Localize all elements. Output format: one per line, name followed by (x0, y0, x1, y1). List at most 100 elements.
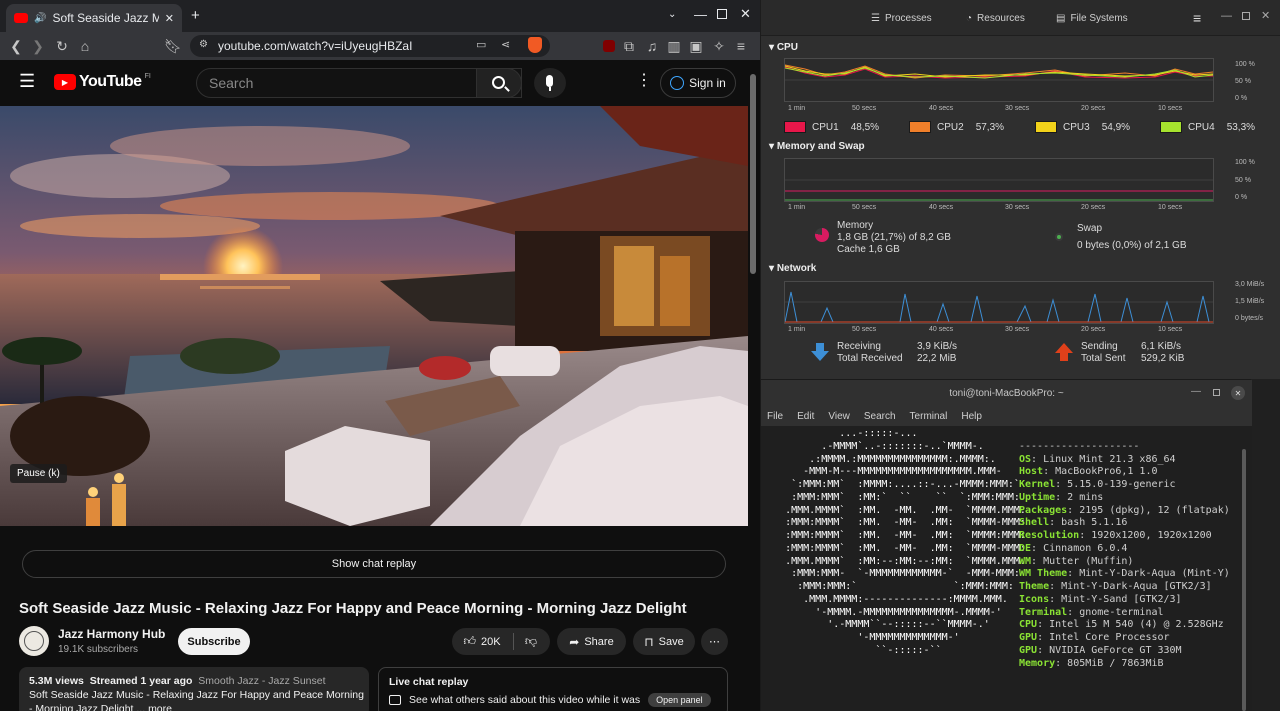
view-count: 5.3M views (29, 675, 84, 687)
browser-tab[interactable]: 🔊 Soft Seaside Jazz Music - ✕ (6, 4, 182, 32)
minimize-icon[interactable]: — (694, 7, 707, 22)
media-icon[interactable]: ♫ (642, 36, 662, 56)
channel-name[interactable]: Jazz Harmony Hub (58, 627, 165, 641)
tab-file-systems[interactable]: ▤ File Systems (1056, 10, 1128, 26)
site-info-icon[interactable]: ⚙ (199, 39, 208, 50)
tab-list-icon[interactable]: ⌄ (668, 9, 676, 20)
description-tags[interactable]: Smooth Jazz - Jazz Sunset (198, 675, 325, 687)
menu-search[interactable]: Search (864, 411, 896, 422)
forward-icon[interactable]: ❯ (28, 36, 48, 56)
reload-icon[interactable]: ↻ (52, 36, 72, 56)
sign-in-label: Sign in (689, 76, 726, 90)
sending-value: 6,1 KiB/s (1141, 341, 1182, 352)
search-button[interactable] (476, 68, 522, 98)
dislike-button[interactable]: 👎︎ (514, 628, 548, 655)
more-options-icon[interactable]: ⋮ (636, 72, 652, 90)
cpu-xtick: 10 secs (1158, 105, 1183, 112)
description-text: Soft Seaside Jazz Music - Relaxing Jazz … (29, 689, 364, 701)
network-graph (784, 281, 1214, 324)
back-icon[interactable]: ❮ (6, 36, 26, 56)
cpu-ytick-50: 50 % (1235, 78, 1251, 85)
info-value: 2195 (dpkg), 12 (flatpak) (1079, 504, 1230, 516)
speaker-icon[interactable]: 🔊 (34, 13, 46, 24)
guide-menu-icon[interactable]: ☰ (19, 72, 35, 90)
ublock-icon[interactable] (603, 40, 615, 52)
receiving-label: Receiving (837, 341, 881, 352)
terminal-close-icon[interactable]: ✕ (1231, 386, 1245, 400)
bookmark-icon[interactable]: 🔖︎ (163, 36, 183, 56)
download-arrow-icon[interactable] (810, 342, 830, 362)
sending-info: Sending Total Sent (1081, 341, 1125, 365)
cpu-ytick-0: 0 % (1235, 95, 1248, 102)
sysmon-close-icon[interactable]: ✕ (1261, 9, 1270, 22)
video-player[interactable] (0, 106, 748, 526)
description-more-row: - Morning Jazz Delight ... more (29, 703, 359, 711)
sysmon-maximize-icon[interactable] (1242, 12, 1250, 20)
show-chat-replay-button[interactable]: Show chat replay (22, 550, 726, 578)
info-value: 805MiB / 7863MiB (1067, 657, 1164, 669)
subscribe-button[interactable]: Subscribe (178, 628, 250, 655)
sysmon-minimize-icon[interactable]: — (1221, 10, 1232, 22)
cpu-section-header[interactable]: ▾ CPU (769, 42, 798, 53)
upload-arrow-icon[interactable] (1054, 342, 1074, 362)
sending-label: Sending (1081, 341, 1118, 352)
network-section-header[interactable]: ▾ Network (769, 263, 816, 274)
menu-help[interactable]: Help (961, 411, 982, 422)
maximize-icon[interactable] (717, 9, 727, 19)
info-line: CPU: Intel i5 M 540 (4) @ 2.528GHz (1019, 619, 1224, 631)
youtube-logo[interactable]: ▶ YouTube FI (54, 73, 151, 91)
brave-shield-icon[interactable] (528, 37, 542, 53)
menu-file[interactable]: File (767, 411, 783, 422)
cpu2-color-swatch[interactable] (909, 121, 931, 133)
cpu1-color-swatch[interactable] (784, 121, 806, 133)
tab-resources[interactable]: ◔ Resources (966, 10, 1025, 26)
open-panel-button[interactable]: Open panel (648, 693, 711, 707)
receiving-info: Receiving Total Received (837, 341, 903, 365)
home-icon[interactable]: ⌂ (75, 36, 95, 56)
memory-section-header[interactable]: ▾ Memory and Swap (769, 141, 865, 152)
search-input[interactable]: Search (196, 68, 522, 98)
terminal-maximize-icon[interactable] (1213, 389, 1220, 396)
browser-menu-icon[interactable]: ≡ (731, 36, 751, 56)
memory-pie-icon[interactable] (815, 228, 829, 242)
info-line: Shell: bash 5.1.16 (1019, 517, 1128, 529)
tab-processes[interactable]: ☰ Processes (871, 10, 932, 26)
cpu1-legend: CPU1 48,5% (784, 121, 879, 133)
save-button[interactable]: ⊓ Save (633, 628, 695, 655)
more-link[interactable]: more (148, 703, 172, 711)
close-tab-icon[interactable]: ✕ (165, 12, 174, 25)
system-monitor-window: ☰ Processes ◔ Resources ▤ File Systems ≡… (760, 0, 1280, 379)
more-actions-button[interactable]: ⋯ (701, 628, 728, 655)
like-button[interactable]: 👍︎ 20K (452, 628, 512, 655)
swap-pie-icon[interactable] (1055, 233, 1063, 241)
cpu2-name: CPU2 (937, 121, 964, 133)
sign-in-button[interactable]: Sign in (660, 68, 736, 98)
address-bar[interactable]: ⚙ youtube.com/watch?v=iUyeugHBZaI ▭ ⋖ (190, 35, 550, 57)
extensions-icon[interactable]: ⧉ (619, 36, 639, 56)
close-window-icon[interactable]: ✕ (740, 6, 751, 22)
tab-title: Soft Seaside Jazz Music - (52, 11, 159, 25)
sidebar-icon[interactable]: ▥ (664, 36, 684, 56)
cpu4-color-swatch[interactable] (1160, 121, 1182, 133)
voice-search-button[interactable] (534, 68, 566, 98)
menu-terminal[interactable]: Terminal (910, 411, 948, 422)
share-page-icon[interactable]: ⋖ (501, 38, 510, 51)
terminal-scrollbar[interactable] (1242, 449, 1246, 711)
share-button[interactable]: ➦ Share (557, 628, 626, 655)
description-box[interactable]: 5.3M views Streamed 1 year ago Smooth Ja… (19, 667, 369, 711)
cast-icon[interactable]: ▭ (476, 38, 486, 51)
menu-view[interactable]: View (828, 411, 850, 422)
terminal-output[interactable]: ...-:::::-... .-MMMM`..-:::::::-..`MMMM-… (761, 426, 1252, 711)
info-line: Memory: 805MiB / 7863MiB (1019, 657, 1164, 669)
channel-avatar[interactable] (19, 626, 49, 656)
info-line: Terminal: gnome-terminal (1019, 606, 1164, 618)
new-tab-icon[interactable]: + (191, 7, 200, 24)
page-scrollbar-thumb[interactable] (750, 74, 756, 274)
cpu3-color-swatch[interactable] (1035, 121, 1057, 133)
terminal-minimize-icon[interactable]: — (1191, 386, 1201, 397)
sysmon-menu-icon[interactable]: ≡ (1193, 10, 1201, 26)
menu-edit[interactable]: Edit (797, 411, 814, 422)
info-value: Mutter (Muffin) (1043, 555, 1134, 567)
wallet-icon[interactable]: ▣ (686, 36, 706, 56)
leo-ai-icon[interactable]: ✧ (709, 36, 729, 56)
